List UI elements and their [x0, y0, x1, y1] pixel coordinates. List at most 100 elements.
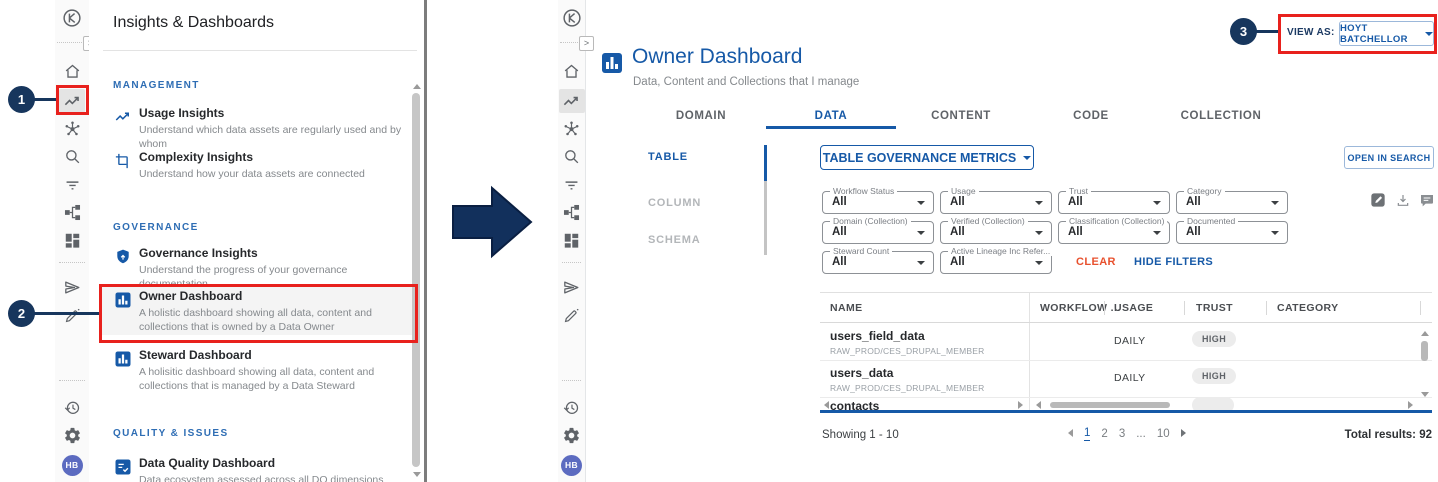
trending-icon[interactable] — [558, 89, 585, 113]
filter-icon — [63, 175, 82, 199]
hub-icon[interactable] — [558, 119, 585, 143]
search-icon[interactable] — [55, 147, 89, 171]
filter-select-documented[interactable]: DocumentedAll — [1176, 221, 1288, 244]
k-logo-icon — [558, 8, 585, 32]
hub-icon — [562, 119, 581, 143]
scroll-up-arrow[interactable] — [413, 84, 421, 89]
page-2[interactable]: 2 — [1101, 428, 1107, 440]
k-logo-icon — [55, 8, 89, 32]
hscroll-left-arrow[interactable] — [1036, 401, 1041, 409]
tree-icon[interactable] — [55, 203, 89, 227]
hscroll-left-arrow[interactable] — [824, 401, 829, 409]
tab-content[interactable]: CONTENT — [896, 110, 1026, 122]
row-separator — [820, 397, 1432, 398]
search-icon — [63, 147, 82, 171]
table-bottom-accent — [820, 410, 1432, 413]
clear-filters-link[interactable]: CLEAR — [1076, 256, 1116, 268]
scroll-down-arrow[interactable] — [413, 472, 421, 477]
history-icon[interactable] — [558, 398, 585, 422]
filter-select-domain-collection[interactable]: Domain (Collection)All — [822, 221, 934, 244]
tab-collection[interactable]: COLLECTION — [1156, 110, 1286, 122]
subnav-schema[interactable]: SCHEMA — [648, 234, 700, 246]
hscroll-right-arrow[interactable] — [1408, 401, 1413, 409]
column-header-workflow[interactable]: WORKFLOW ... — [1040, 302, 1121, 314]
table-row-name[interactable]: users_data — [830, 366, 893, 380]
avatar-badge[interactable]: HB — [55, 453, 89, 477]
column-header-category[interactable]: CATEGORY — [1277, 302, 1339, 314]
home-icon[interactable] — [55, 62, 89, 86]
hide-filters-link[interactable]: HIDE FILTERS — [1134, 256, 1213, 268]
trust-badge: HIGH — [1192, 331, 1236, 347]
dashboard-icon[interactable] — [558, 231, 585, 255]
send-icon — [562, 278, 581, 302]
column-header-usage[interactable]: USAGE — [1114, 302, 1153, 314]
tree-icon[interactable] — [558, 203, 585, 227]
table-row-path: RAW_PROD/CES_DRUPAL_MEMBER — [830, 383, 984, 393]
hub-icon[interactable] — [55, 119, 89, 143]
filter-label: Classification (Collection) — [1066, 216, 1167, 226]
tab-domain[interactable]: DOMAIN — [636, 110, 766, 122]
page-10[interactable]: 10 — [1157, 428, 1170, 440]
filter-icon[interactable] — [558, 175, 585, 199]
column-separator — [1104, 301, 1105, 315]
annotation-step-3: 3 — [1230, 18, 1257, 45]
user-avatar[interactable]: HB — [62, 455, 83, 476]
page-subtitle: Data, Content and Collections that I man… — [633, 76, 859, 88]
vscroll-down-arrow[interactable] — [1421, 392, 1429, 397]
compose-icon[interactable] — [558, 306, 585, 330]
filter-select-trust[interactable]: TrustAll — [1058, 191, 1170, 214]
send-icon[interactable] — [558, 278, 585, 302]
item-title: Steward Dashboard — [139, 348, 252, 362]
item-description: Understand how your data assets are conn… — [139, 167, 415, 181]
history-icon[interactable] — [55, 398, 89, 422]
dashboard-icon[interactable] — [55, 231, 89, 255]
item-title: Complexity Insights — [139, 150, 253, 164]
sidebar-divider — [57, 42, 84, 43]
tab-code[interactable]: CODE — [1026, 110, 1156, 122]
page-1[interactable]: 1 — [1084, 427, 1090, 441]
item-description: Data ecosystem assessed across all DQ di… — [139, 473, 415, 482]
vscroll-up-arrow[interactable] — [1421, 331, 1429, 336]
edit-icon[interactable] — [1370, 192, 1387, 209]
download-icon[interactable] — [1395, 192, 1412, 209]
hscroll-thumb[interactable] — [1050, 402, 1170, 408]
hscroll-right-arrow[interactable] — [1018, 401, 1023, 409]
user-avatar[interactable]: HB — [561, 455, 582, 476]
subnav-table[interactable]: TABLE — [648, 151, 688, 163]
chevron-down-icon — [917, 261, 925, 265]
subnav-column[interactable]: COLUMN — [648, 197, 701, 209]
open-in-search-button[interactable]: OPEN IN SEARCH — [1344, 146, 1434, 169]
compose-icon[interactable] — [55, 306, 89, 330]
send-icon[interactable] — [55, 278, 89, 302]
search-icon[interactable] — [558, 147, 585, 171]
dashboard-icon — [63, 231, 82, 255]
settings-icon — [562, 426, 581, 450]
next-page-arrow[interactable] — [1181, 428, 1186, 440]
trending-blue-icon — [114, 108, 132, 131]
filter-select-active-lineage-inc-refer[interactable]: Active Lineage Inc Refer...All — [940, 251, 1052, 274]
settings-icon[interactable] — [55, 426, 89, 450]
column-header-name[interactable]: NAME — [830, 302, 863, 314]
vscroll-thumb[interactable] — [1421, 341, 1428, 361]
filter-icon[interactable] — [55, 175, 89, 199]
table-row-name[interactable]: users_field_data — [830, 329, 925, 343]
filter-select-steward-count[interactable]: Steward CountAll — [822, 251, 934, 274]
filter-select-classification-collection[interactable]: Classification (Collection)All — [1058, 221, 1170, 244]
settings-icon[interactable] — [558, 426, 585, 450]
sidebar-divider — [562, 380, 581, 381]
filter-select-usage[interactable]: UsageAll — [940, 191, 1052, 214]
metrics-dropdown-button[interactable]: TABLE GOVERNANCE METRICS — [820, 145, 1034, 170]
filter-select-workflow-status[interactable]: Workflow StatusAll — [822, 191, 934, 214]
table-row-path: RAW_PROD/CES_DRUPAL_MEMBER — [830, 346, 984, 356]
feedback-icon[interactable] — [1419, 192, 1436, 209]
scrollbar-thumb[interactable] — [412, 93, 420, 467]
home-icon[interactable] — [558, 62, 585, 86]
filter-select-category[interactable]: CategoryAll — [1176, 191, 1288, 214]
tab-data[interactable]: DATA — [766, 110, 896, 122]
subnav-scroll-indicator — [764, 145, 767, 181]
prev-page-arrow[interactable] — [1068, 428, 1073, 440]
filter-select-verified-collection[interactable]: Verified (Collection)All — [940, 221, 1052, 244]
avatar-badge[interactable]: HB — [558, 453, 585, 477]
page-3[interactable]: 3 — [1119, 428, 1125, 440]
column-header-trust[interactable]: TRUST — [1196, 302, 1233, 314]
